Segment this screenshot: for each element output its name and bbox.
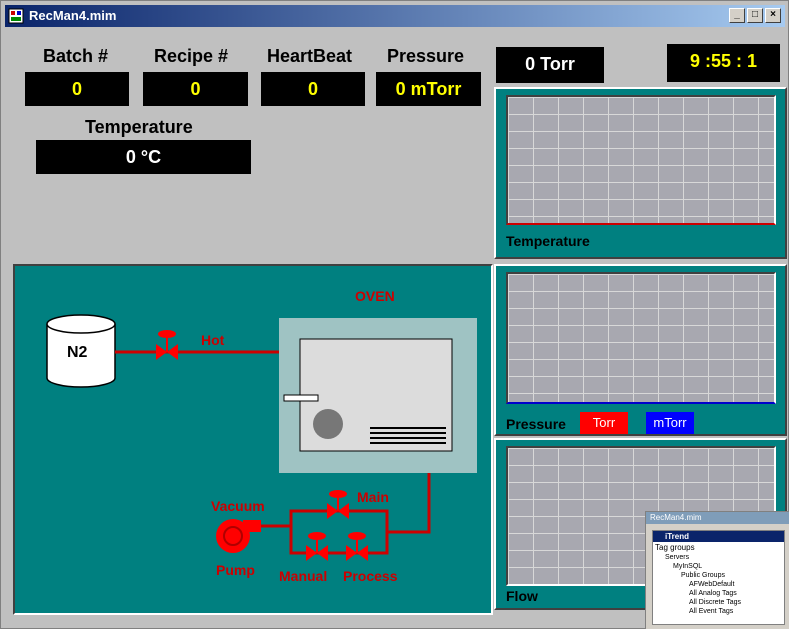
app-icon <box>8 8 24 24</box>
heartbeat-value: 0 <box>261 72 365 106</box>
temperature-label: Temperature <box>85 117 193 137</box>
process-label: Process <box>343 568 398 584</box>
batch-value: 0 <box>25 72 129 106</box>
itrend-popup[interactable]: RecMan4.mim iTrend Tag groups Servers My… <box>645 511 789 629</box>
minimize-button[interactable]: _ <box>729 8 745 23</box>
tree-item[interactable]: All Analog Tags <box>661 589 784 598</box>
flow-trend-label: Flow <box>506 588 538 604</box>
process-valve-icon[interactable] <box>346 532 368 561</box>
popup-titlebar: RecMan4.mim <box>646 512 789 524</box>
vacuum-label: Vacuum <box>211 498 265 514</box>
maximize-button[interactable]: □ <box>747 8 763 23</box>
pressure-torr-value: 0 Torr <box>496 47 604 83</box>
temperature-trend[interactable]: Temperature <box>494 87 787 259</box>
pressure-trend[interactable]: Pressure Torr mTorr <box>494 264 787 436</box>
legend-torr[interactable]: Torr <box>580 412 628 434</box>
tree-item[interactable]: Servers <box>661 553 784 562</box>
vacuum-pump-icon[interactable] <box>216 519 261 553</box>
oven-label: OVEN <box>355 288 395 304</box>
pressure-trend-plot[interactable] <box>506 272 776 404</box>
temperature-trend-label: Temperature <box>506 233 590 249</box>
recipe-label: Recipe # <box>154 46 229 66</box>
batch-label: Batch # <box>43 46 109 66</box>
tree-item[interactable]: AFWebDefault <box>661 580 784 589</box>
tree-item[interactable]: All Discrete Tags <box>661 598 784 607</box>
process-schematic <box>46 314 477 561</box>
hot-label: Hot <box>201 332 225 348</box>
window-title: RecMan4.mim <box>29 8 117 23</box>
pressure-value: 0 mTorr <box>376 72 481 106</box>
manual-label: Manual <box>279 568 328 584</box>
temperature-value: 0 °C <box>36 140 251 174</box>
pressure-trend-label: Pressure <box>506 416 566 432</box>
recipe-value: 0 <box>143 72 248 106</box>
main-label: Main <box>357 489 389 505</box>
pump-label: Pump <box>216 562 255 578</box>
legend-mtorr[interactable]: mTorr <box>646 412 694 434</box>
tree-item[interactable]: Public Groups <box>661 571 784 580</box>
clock-display: 9 :55 : 1 <box>667 44 780 82</box>
title-bar[interactable]: RecMan4.mim _ □ × <box>5 5 785 27</box>
popup-tag-groups-label: Tag groups <box>655 543 695 552</box>
popup-panel: iTrend Tag groups Servers MyInSQL Public… <box>652 530 785 625</box>
heartbeat-label: HeartBeat <box>267 46 353 66</box>
app-window: RecMan4.mim _ □ × Batch # 0 Recipe # 0 H… <box>0 0 789 629</box>
process-diagram: OVEN N2 Hot Main Vacuum Pump Manual Proc… <box>13 264 493 615</box>
manual-valve-icon[interactable] <box>306 532 328 561</box>
tree-item[interactable]: MyInSQL <box>661 562 784 571</box>
close-button[interactable]: × <box>765 8 781 23</box>
n2-label: N2 <box>67 344 88 361</box>
oven-icon[interactable] <box>279 318 477 473</box>
hot-valve-icon[interactable] <box>156 330 178 360</box>
popup-app-title: iTrend <box>653 531 784 542</box>
temperature-trend-plot[interactable] <box>506 95 776 225</box>
popup-tree[interactable]: Servers MyInSQL Public Groups AFWebDefau… <box>653 553 784 616</box>
tree-item[interactable]: All Event Tags <box>661 607 784 616</box>
main-valve-icon[interactable] <box>327 490 349 519</box>
pressure-label: Pressure <box>387 46 465 66</box>
